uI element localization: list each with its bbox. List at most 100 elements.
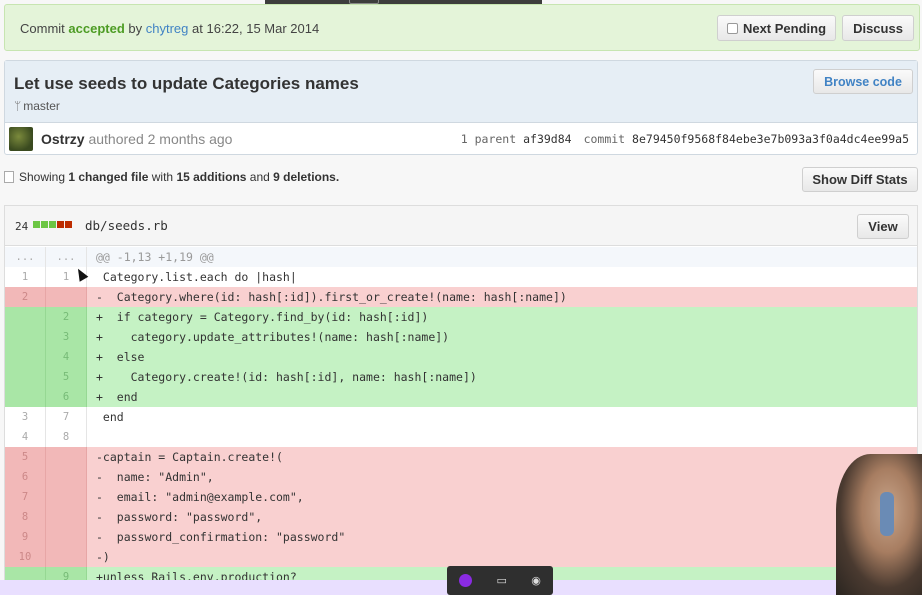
eye-icon[interactable]: ◉ [531,574,541,587]
status-user-link[interactable]: chytreg [146,21,189,36]
code-text: -captain = Captain.create!( [96,450,283,464]
old-line-number[interactable] [5,327,46,347]
file-name[interactable]: db/seeds.rb [85,218,168,233]
old-line-number[interactable]: 7 [5,487,46,507]
new-line-number[interactable]: 3 [46,327,87,347]
diff-line: 4 + else [5,347,917,367]
code-text: end [96,410,124,424]
diffstat-block [49,221,56,228]
branch-label: ᛘ master [14,99,60,113]
recorder-toolbar: ▭ ◉ [447,566,553,595]
new-line-number[interactable] [46,467,87,487]
code-text: - email: "admin@example.com", [96,490,304,504]
diff-line: 6 + end [5,387,917,407]
record-color-icon[interactable] [459,574,473,587]
file-diff-icon [4,171,14,183]
toc-additions: 15 additions [176,170,247,184]
webcam-overlay [836,454,922,595]
new-line-number[interactable] [46,287,87,307]
code-text: - name: "Admin", [96,470,214,484]
diff-line: 2 - Category.where(id: hash[:id]).first_o… [5,287,917,307]
browse-code-button[interactable]: Browse code [813,69,913,94]
new-line-number[interactable]: 7 [46,407,87,427]
branch-icon: ᛘ [14,99,22,113]
author-link[interactable]: Ostrzy [41,131,85,147]
parent-info: 1 parent af39d84 commit 8e79450f9568f84eb… [461,132,909,146]
old-line-number[interactable]: 10 [5,547,46,567]
toc-summary: Showing 1 changed file with 15 additions… [4,170,339,184]
code-text: Category.list.each do |hash| [96,270,297,284]
diff-line: 10 -) [5,547,917,567]
old-line-number[interactable]: 1 [5,267,46,287]
commit-label: commit [583,132,626,146]
show-diff-stats-button[interactable]: Show Diff Stats [802,167,918,192]
parent-sha-link[interactable]: af39d84 [523,132,571,146]
diff-line: 11 Category.list.each do |hash| [5,267,917,287]
commit-header: Let use seeds to update Categories names… [5,61,917,123]
file-header: 24 db/seeds.rb View [5,206,917,246]
status-prefix: Commit [20,21,65,36]
new-line-number[interactable] [46,447,87,467]
diff-line: 5 -captain = Captain.create!( [5,447,917,467]
old-line-number[interactable] [5,307,46,327]
toc-deletions: 9 deletions. [273,170,340,184]
toc-with: with [151,170,174,184]
new-line-number[interactable] [46,487,87,507]
new-line-number[interactable]: 4 [46,347,87,367]
new-line-number[interactable]: 8 [46,427,87,447]
code-text: - password_confirmation: "password" [96,530,346,544]
new-line-number[interactable]: ... [46,247,87,267]
status-by: by [128,21,143,36]
old-line-number[interactable]: 9 [5,527,46,547]
diffstat-block [41,221,48,228]
code-text: + if category = Category.find_by(id: has… [96,310,429,324]
old-line-number[interactable]: ... [5,247,46,267]
authored-text: authored 2 months ago [88,131,233,147]
code-text: + Category.create!(id: hash[:id], name: … [96,370,477,384]
code-text: @@ -1,13 +1,19 @@ [96,250,214,264]
new-line-number[interactable] [46,507,87,527]
diffstat-block [33,221,40,228]
diff-line: 5 + Category.create!(id: hash[:id], name:… [5,367,917,387]
headphone-icon [880,492,894,536]
diff-line: 7 - email: "admin@example.com", [5,487,917,507]
authored-line: Ostrzy authored 2 months ago [41,131,232,147]
code-text: + end [96,390,138,404]
old-line-number[interactable]: 6 [5,467,46,487]
commit-status-bar: Commit accepted by chytreg at 16:22, 15 … [4,4,920,51]
file-diff: 24 db/seeds.rb View ...... @@ -1,13 +1,19… [4,205,918,595]
commit-meta: Ostrzy authored 2 months ago 1 parent af… [5,123,917,155]
diffstat-block [65,221,72,228]
diff-line: 3 + category.update_attributes!(name: has… [5,327,917,347]
old-line-number[interactable]: 4 [5,427,46,447]
checkbox-icon [726,22,738,34]
old-line-number[interactable] [5,367,46,387]
region-icon[interactable]: ▭ [496,574,506,587]
old-line-number[interactable]: 3 [5,407,46,427]
old-line-number[interactable]: 5 [5,447,46,467]
old-line-number[interactable] [5,387,46,407]
old-line-number[interactable]: 8 [5,507,46,527]
new-line-number[interactable]: 6 [46,387,87,407]
diff-line: 6 - name: "Admin", [5,467,917,487]
avatar[interactable] [9,127,33,151]
new-line-number[interactable]: 5 [46,367,87,387]
new-line-number[interactable]: 2 [46,307,87,327]
diff-line: 48 [5,427,917,447]
diffstat-block [57,221,64,228]
view-file-button[interactable]: View [857,214,909,239]
status-when: at 16:22, 15 Mar 2014 [192,21,320,36]
status-text: Commit accepted by chytreg at 16:22, 15 … [20,21,319,36]
change-count: 24 [15,220,29,233]
toc-changed-files[interactable]: 1 changed file [68,170,148,184]
old-line-number[interactable] [5,347,46,367]
next-pending-button[interactable]: Next Pending [717,15,836,41]
old-line-number[interactable]: 2 [5,287,46,307]
new-line-number[interactable] [46,547,87,567]
new-line-number[interactable] [46,527,87,547]
discuss-button[interactable]: Discuss [842,15,914,41]
diff-line: 9 - password_confirmation: "password" [5,527,917,547]
commit-sha: 8e79450f9568f84ebe3e7b093a3f0a4dc4ee99a5 [632,132,909,146]
toc-showing: Showing [19,170,66,184]
code-text: -) [96,550,110,564]
